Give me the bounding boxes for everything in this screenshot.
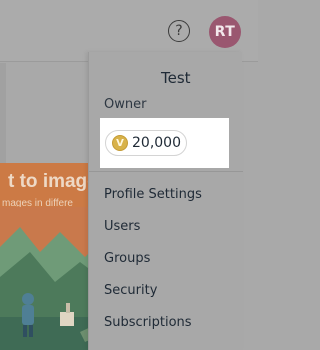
user-role: Owner	[104, 97, 147, 112]
hero-title: t to image	[8, 171, 98, 192]
help-glyph: ?	[175, 23, 183, 39]
menu-item-users[interactable]: Users	[104, 219, 140, 234]
credits-value: 20,000	[132, 135, 181, 151]
user-name: Test	[161, 69, 191, 87]
account-dropdown-menu: Test Owner Profile Settings Users Groups…	[88, 52, 243, 350]
credits-badge[interactable]: V 20,000	[105, 130, 187, 156]
menu-item-security[interactable]: Security	[104, 283, 157, 298]
coin-glyph: V	[116, 137, 124, 149]
menu-divider	[89, 171, 243, 172]
help-icon[interactable]: ?	[168, 20, 190, 42]
menu-item-profile-settings[interactable]: Profile Settings	[104, 187, 202, 202]
avatar-button[interactable]: RT	[209, 16, 241, 48]
coin-icon: V	[112, 135, 128, 151]
menu-item-groups[interactable]: Groups	[104, 251, 150, 266]
hero-banner: t to image mages in differe	[0, 163, 100, 350]
menu-item-subscriptions[interactable]: Subscriptions	[104, 315, 192, 330]
hero-illustration	[0, 207, 100, 350]
credits-highlight: V 20,000	[100, 118, 229, 168]
avatar-initials: RT	[214, 24, 236, 40]
